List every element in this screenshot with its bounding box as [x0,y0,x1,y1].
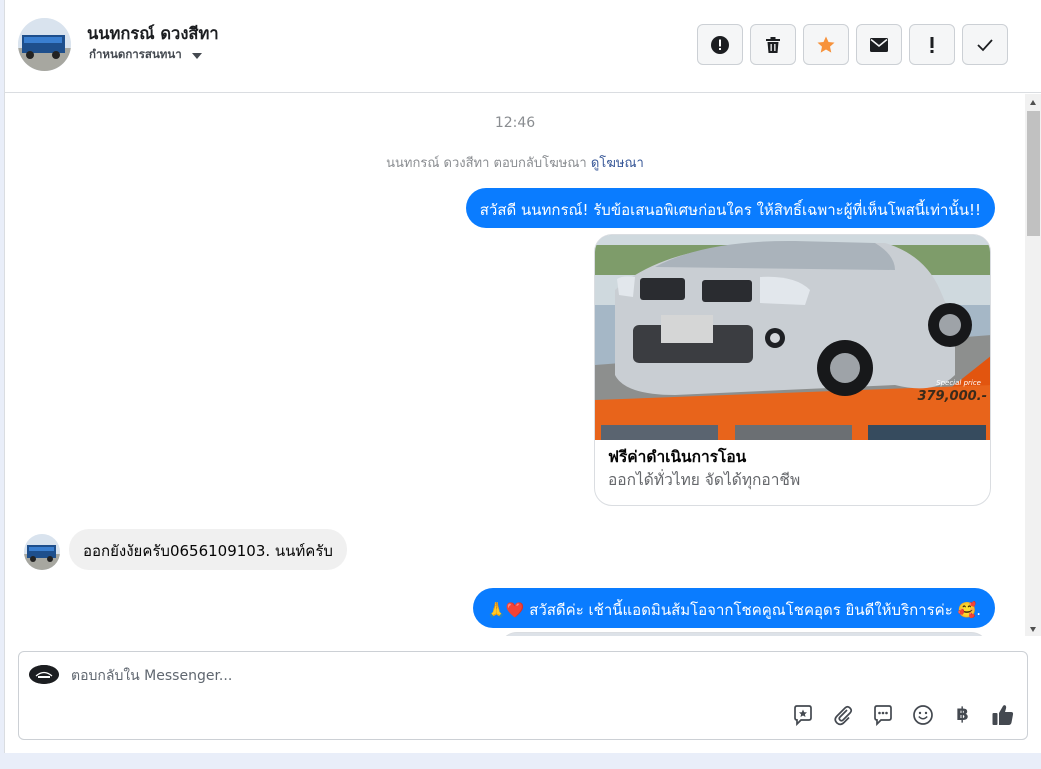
caret-down-icon [191,53,202,59]
assign-conversation-dropdown[interactable]: กำหนดการสนทนา [89,46,202,64]
contact-avatar-small[interactable] [24,534,60,570]
ad-subtitle: ออกได้ทั่วไทย จัดได้ทุกอาชีพ [608,471,801,489]
star-button[interactable] [803,24,849,65]
alert-circle-icon [711,35,729,54]
scroll-down-arrow-icon[interactable] [1030,627,1036,632]
ad-price: 379,000.- [917,389,987,404]
star-icon [817,36,835,53]
payment-button[interactable]: ฿ [950,702,975,727]
emoji-icon [912,704,933,725]
quick-replies-button[interactable] [870,702,895,727]
scroll-up-arrow-icon[interactable] [1030,100,1036,105]
header-actions [697,24,1008,65]
emoji-button[interactable] [910,702,935,727]
exclamation-icon [930,36,934,53]
reply-composer: ฿ [18,651,1028,740]
special-price-label: Special price [936,379,981,387]
check-icon [977,38,993,51]
saved-reply-button[interactable] [790,702,815,727]
mark-unread-button[interactable] [856,24,902,65]
page-avatar [29,665,59,684]
message-thread[interactable]: 12:46 นนทกรณ์ ดวงสีทา ตอบกลับโฆษณา ดูโฆษ… [5,94,1025,636]
saved-reply-icon [793,704,812,726]
composer-tools: ฿ [790,702,1015,727]
trash-icon [766,36,780,53]
view-ad-link[interactable]: ดูโฆษณา [591,156,644,171]
scrollbar-thumb[interactable] [1027,111,1040,236]
baht-icon: ฿ [956,704,969,725]
contact-name[interactable]: นนทกรณ์ ดวงสีทา [87,21,219,47]
mark-spam-button[interactable] [697,24,743,65]
conversation-panel: นนทกรณ์ ดวงสีทา กำหนดการสนทนา 12:46 นนทก… [4,0,1041,753]
thread-scrollbar[interactable] [1025,94,1041,636]
message-timestamp: 12:46 [494,115,536,131]
like-button[interactable] [990,702,1015,727]
mark-done-button[interactable] [962,24,1008,65]
attachment-icon [833,705,852,725]
flag-button[interactable] [909,24,955,65]
contact-avatar[interactable] [18,18,71,71]
delete-button[interactable] [750,24,796,65]
thumbs-up-icon [992,704,1013,725]
envelope-icon [870,37,888,52]
outgoing-message[interactable]: สวัสดี นนทกรณ์! รับข้อเสนอพิเศษก่อนใคร ใ… [465,188,995,228]
reply-input[interactable] [71,665,971,687]
ad-reply-text: นนทกรณ์ ดวงสีทา ตอบกลับโฆษณา [386,156,587,171]
incoming-message[interactable]: ออกยังงัยครับ0656109103. นนท์ครับ [69,529,347,570]
ad-card[interactable]: Special price 379,000.- ฟรีค่าดำเนินการโ… [594,234,991,506]
ad-image: Special price 379,000.- [595,235,990,440]
attachment-preview[interactable] [499,632,989,636]
assign-conversation-label: กำหนดการสนทนา [89,47,182,61]
outgoing-message[interactable]: 🙏❤️ สวัสดีค่ะ เช้านี้แอดมินส้มโอจากโชคคู… [473,588,995,628]
chat-bubble-icon [873,704,892,726]
ad-title: ฟรีค่าดำเนินการโอน [608,448,747,466]
conversation-header: นนทกรณ์ ดวงสีทา กำหนดการสนทนา [5,0,1041,93]
attach-file-button[interactable] [830,702,855,727]
ad-reply-note: นนทกรณ์ ดวงสีทา ตอบกลับโฆษณา ดูโฆษณา [5,152,1025,173]
